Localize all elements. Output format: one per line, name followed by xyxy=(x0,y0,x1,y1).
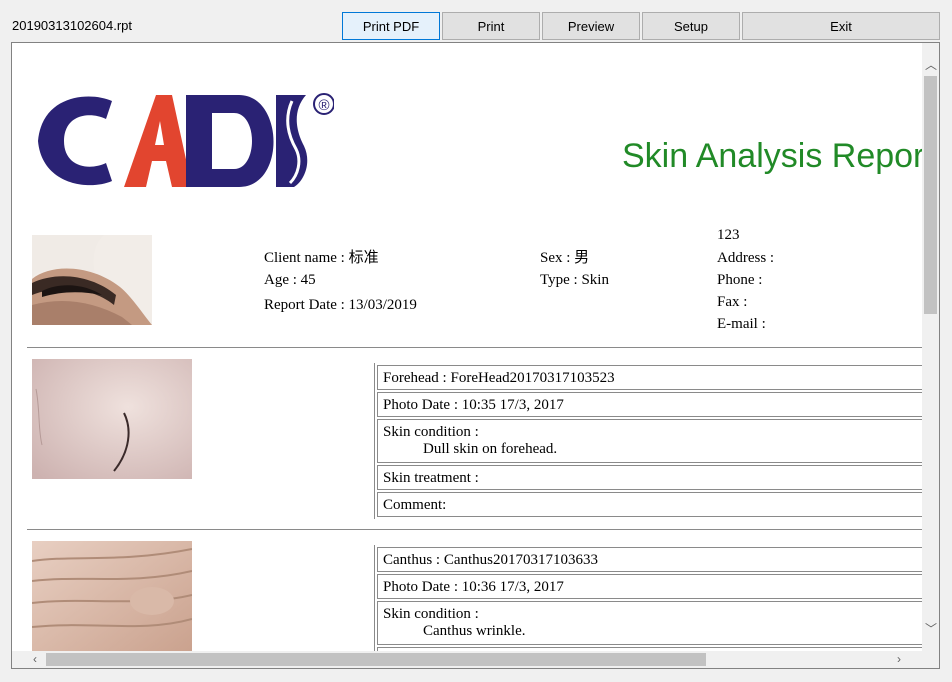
logo-letter-c xyxy=(38,96,112,186)
skin-condition-value: Dull skin on forehead. xyxy=(423,441,558,457)
client-address: Address : xyxy=(717,250,775,266)
skin-condition-cell: Skin condition : Canthus wrinkle. xyxy=(377,601,923,645)
scroll-up-icon[interactable]: ︿ xyxy=(924,59,938,71)
vertical-scroll-thumb[interactable] xyxy=(924,76,937,314)
forehead-info-table: Forehead : ForeHead20170317103523 Photo … xyxy=(374,363,923,519)
photo-date-cell: Photo Date : 10:35 17/3, 2017 xyxy=(377,392,923,417)
report-title: Skin Analysis Report xyxy=(622,137,923,175)
scroll-right-icon[interactable]: › xyxy=(892,653,906,665)
client-type: Type : Skin xyxy=(540,272,609,288)
area-cell: Canthus : Canthus20170317103633 xyxy=(377,547,923,572)
forehead-photo xyxy=(32,359,192,479)
client-id: 123 xyxy=(717,227,740,243)
report-date: Report Date : 13/03/2019 xyxy=(264,297,417,313)
skin-condition-value: Canthus wrinkle. xyxy=(423,623,526,639)
skin-treatment-cell: Skin treatment : xyxy=(377,465,923,490)
horizontal-scroll-thumb[interactable] xyxy=(46,653,706,666)
client-name: Client name : 标准 xyxy=(264,250,379,266)
setup-button[interactable]: Setup xyxy=(642,12,740,40)
client-photo xyxy=(32,235,152,325)
client-sex: Sex : 男 xyxy=(540,250,590,266)
scroll-down-icon[interactable]: ﹀ xyxy=(924,623,938,635)
logo-letter-d xyxy=(186,95,274,187)
preview-button[interactable]: Preview xyxy=(542,12,640,40)
registered-mark: ® xyxy=(318,97,329,114)
skin-condition-cell: Skin condition : Dull skin on forehead. xyxy=(377,419,923,463)
client-fax: Fax : xyxy=(717,294,748,310)
print-button[interactable]: Print xyxy=(442,12,540,40)
canthus-info-table: Canthus : Canthus20170317103633 Photo Da… xyxy=(374,545,923,652)
divider xyxy=(27,347,923,348)
client-email: E-mail : xyxy=(717,316,766,332)
client-phone: Phone : xyxy=(717,272,763,288)
comment-cell: Comment: xyxy=(377,492,923,517)
horizontal-scrollbar[interactable]: ‹ › xyxy=(12,651,923,668)
file-name: 20190313102604.rpt xyxy=(12,18,133,33)
client-age: Age : 45 xyxy=(264,272,316,288)
exit-button[interactable]: Exit xyxy=(742,12,940,40)
report-page: ® Skin Analysis Report Client name : 标准 … xyxy=(12,43,923,652)
print-pdf-button[interactable]: Print PDF xyxy=(342,12,440,40)
photo-date-cell: Photo Date : 10:36 17/3, 2017 xyxy=(377,574,923,599)
divider xyxy=(27,529,923,530)
vertical-scrollbar[interactable]: ︿ ﹀ xyxy=(922,43,939,652)
area-cell: Forehead : ForeHead20170317103523 xyxy=(377,365,923,390)
scrollbar-corner xyxy=(922,651,939,668)
toolbar: 20190313102604.rpt Print PDF Print Previ… xyxy=(0,0,952,44)
scroll-left-icon[interactable]: ‹ xyxy=(28,653,42,665)
canthus-photo xyxy=(32,541,192,652)
cadi-logo: ® xyxy=(38,93,334,187)
logo-letter-a xyxy=(124,95,192,187)
report-viewer[interactable]: ® Skin Analysis Report Client name : 标准 … xyxy=(11,42,940,669)
